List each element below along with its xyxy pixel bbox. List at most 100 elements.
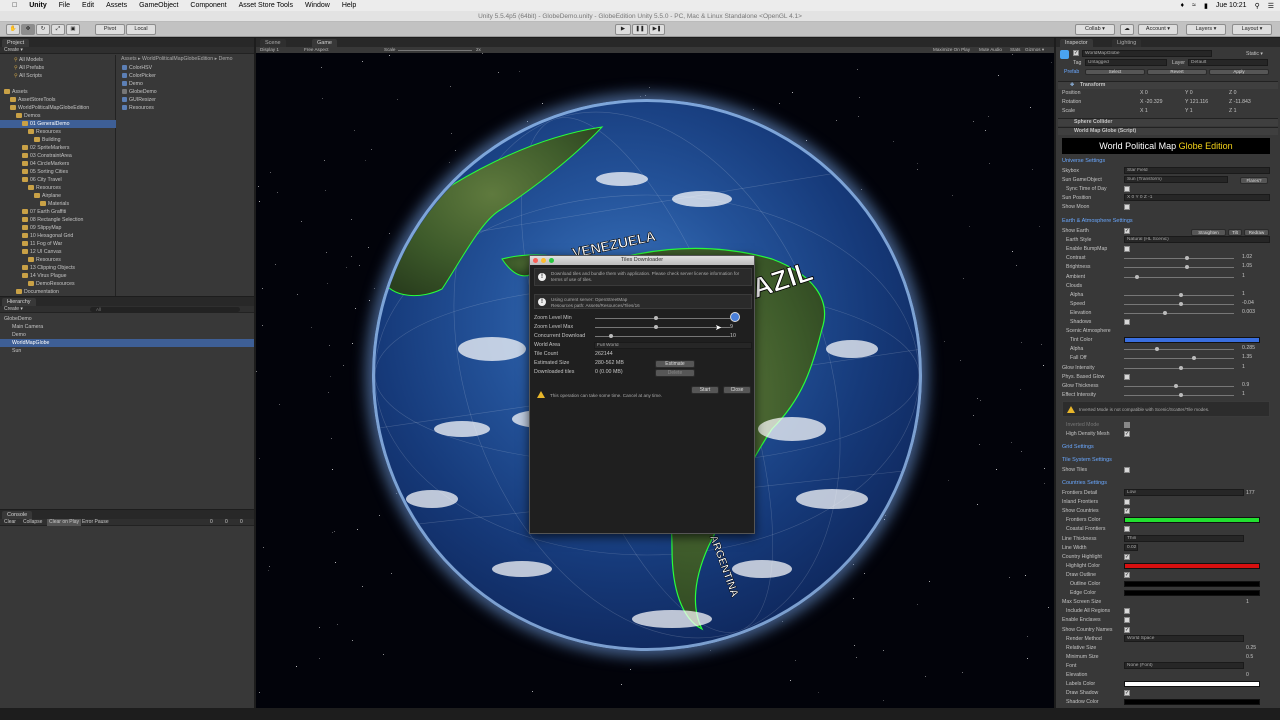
static-toggle[interactable]: Static ▾: [1246, 51, 1263, 57]
favorite-all-prefabs[interactable]: ⚲ All Prefabs: [14, 64, 44, 72]
property-value[interactable]: 0.5: [1246, 654, 1253, 660]
folder-item[interactable]: WorldPoliticalMapGlobeEdition: [0, 104, 116, 112]
scale-z[interactable]: Z 1: [1229, 108, 1237, 114]
layout-dropdown[interactable]: Layout ▾: [1232, 24, 1272, 35]
clock[interactable]: Jue 10:21: [1216, 2, 1247, 9]
menu-help[interactable]: Help: [342, 2, 356, 9]
color-field[interactable]: [1124, 699, 1260, 706]
layers-dropdown[interactable]: Layers ▾: [1186, 24, 1226, 35]
earth-settings-header[interactable]: Earth & Atmosphere Settings: [1062, 218, 1133, 224]
dropbox-icon[interactable]: ♦: [1181, 2, 1185, 9]
log-count[interactable]: 0: [210, 519, 213, 526]
menu-assets[interactable]: Assets: [106, 2, 127, 9]
tab-game[interactable]: Game: [312, 39, 337, 47]
property-field[interactable]: 1: [1242, 391, 1245, 397]
tilt-button[interactable]: Tilt: [1228, 229, 1242, 236]
active-checkbox[interactable]: ✓: [1073, 50, 1079, 56]
inverted-mode-checkbox[interactable]: [1124, 422, 1130, 428]
apple-icon[interactable]: : [12, 2, 17, 9]
property-slider-knob[interactable]: [1162, 310, 1167, 315]
position-z[interactable]: Z 0: [1229, 90, 1237, 96]
folder-item[interactable]: 09 SlippyMap: [0, 224, 116, 232]
property-checkbox[interactable]: [1124, 608, 1130, 615]
zoom-min-slider-knob[interactable]: [654, 316, 658, 320]
folder-item[interactable]: 06 City Travel: [0, 176, 116, 184]
folder-item[interactable]: 10 Hexagonal Grid: [0, 232, 116, 240]
property-value[interactable]: 0: [1246, 672, 1249, 678]
breadcrumb[interactable]: Assets ▸ WorldPoliticalMapGlobeEdition ▸…: [121, 55, 233, 63]
tab-hierarchy[interactable]: Hierarchy: [2, 298, 36, 306]
property-field[interactable]: 1.02: [1242, 254, 1252, 260]
property-checkbox[interactable]: [1124, 204, 1130, 210]
redraw-button[interactable]: Redraw: [1244, 229, 1269, 236]
folder-item[interactable]: Resources: [0, 184, 116, 192]
property-checkbox[interactable]: ✓: [1124, 228, 1130, 234]
world-area-dropdown[interactable]: Full World: [594, 342, 752, 349]
folder-item[interactable]: DemoResources: [0, 280, 116, 288]
tile-system-settings-header[interactable]: Tile System Settings: [1062, 457, 1112, 463]
folder-item[interactable]: AssetStoreTools: [0, 96, 116, 104]
wifi-icon[interactable]: ≈: [1192, 2, 1196, 9]
folder-item[interactable]: 11 Fog of War: [0, 240, 116, 248]
battery-icon[interactable]: ▮: [1204, 2, 1208, 10]
estimate-button[interactable]: Estimate: [655, 360, 695, 368]
menu-list-icon[interactable]: ☰: [1268, 2, 1274, 10]
favorite-all-models[interactable]: ⚲ All Models: [14, 56, 43, 64]
scale-tool-button[interactable]: ⤢: [51, 24, 65, 35]
hierarchy-item[interactable]: Main Camera: [0, 323, 254, 331]
property-checkbox[interactable]: [1124, 373, 1130, 380]
property-field[interactable]: 1.35: [1242, 354, 1252, 360]
property-checkbox[interactable]: ✓: [1124, 626, 1130, 633]
console-clear-button[interactable]: Clear: [4, 519, 16, 526]
concurrent-slider-knob[interactable]: [609, 334, 613, 338]
property-field[interactable]: Natural (HL Scenic): [1124, 236, 1270, 244]
tab-console[interactable]: Console: [2, 511, 33, 519]
error-count[interactable]: 0: [240, 519, 243, 526]
menu-file[interactable]: File: [59, 2, 70, 9]
property-checkbox[interactable]: ✓: [1124, 553, 1130, 560]
menu-gameobject[interactable]: GameObject: [139, 2, 178, 9]
zoom-max-value[interactable]: 9: [730, 324, 733, 330]
property-field[interactable]: 1: [1242, 291, 1245, 297]
property-value[interactable]: 0.25: [1246, 645, 1256, 651]
property-slider-knob[interactable]: [1135, 274, 1139, 279]
prefab-select-button[interactable]: Select: [1085, 69, 1145, 75]
property-field[interactable]: Thin: [1124, 534, 1244, 542]
property-slider-knob[interactable]: [1179, 392, 1183, 397]
property-slider-track[interactable]: [1124, 358, 1234, 360]
property-checkbox[interactable]: ✓: [1124, 508, 1130, 515]
menu-window[interactable]: Window: [305, 2, 330, 9]
folder-item[interactable]: Building: [0, 136, 116, 144]
file-item[interactable]: ColorHSV: [122, 64, 152, 72]
property-field[interactable]: 0.003: [1242, 309, 1255, 315]
move-tool-button[interactable]: ✥: [21, 24, 35, 35]
property-slider-knob[interactable]: [1184, 256, 1189, 261]
play-button[interactable]: ▶: [615, 24, 631, 35]
property-field[interactable]: 0.285: [1242, 345, 1255, 351]
folder-item[interactable]: 14 Virus Plague: [0, 272, 116, 280]
close-icon[interactable]: [533, 258, 538, 263]
minimize-icon[interactable]: [541, 258, 546, 263]
tab-inspector[interactable]: Inspector: [1060, 39, 1093, 47]
file-item[interactable]: ColorPicker: [122, 72, 156, 80]
concurrent-slider-track[interactable]: [595, 336, 730, 337]
folder-item[interactable]: Demos: [0, 112, 116, 120]
collab-dropdown[interactable]: Collab ▾: [1075, 24, 1115, 35]
console-collapse-button[interactable]: Collapse: [23, 519, 42, 526]
layer-dropdown[interactable]: Default: [1188, 59, 1268, 66]
property-field[interactable]: Low: [1124, 489, 1244, 496]
rect-tool-button[interactable]: ▣: [66, 24, 80, 35]
flares-button[interactable]: Flares?: [1240, 177, 1268, 184]
folder-item[interactable]: 02 SpriteMarkers: [0, 144, 116, 152]
property-slider-track[interactable]: [1124, 258, 1234, 260]
folder-item[interactable]: Assets: [0, 88, 116, 96]
property-field[interactable]: X 0 Y 0 Z -1: [1124, 194, 1270, 201]
object-name-field[interactable]: WorldMapGlobe: [1082, 50, 1212, 57]
property-value[interactable]: 1: [1246, 599, 1249, 605]
folder-item[interactable]: 13 Clipping Objects: [0, 264, 116, 272]
console-clear-on-play-button[interactable]: Clear on Play: [47, 519, 82, 526]
zoom-max-slider-knob[interactable]: [654, 325, 658, 329]
property-checkbox[interactable]: [1124, 499, 1130, 506]
tag-dropdown[interactable]: Untagged: [1085, 59, 1167, 66]
pivot-toggle[interactable]: Pivot: [95, 24, 125, 35]
